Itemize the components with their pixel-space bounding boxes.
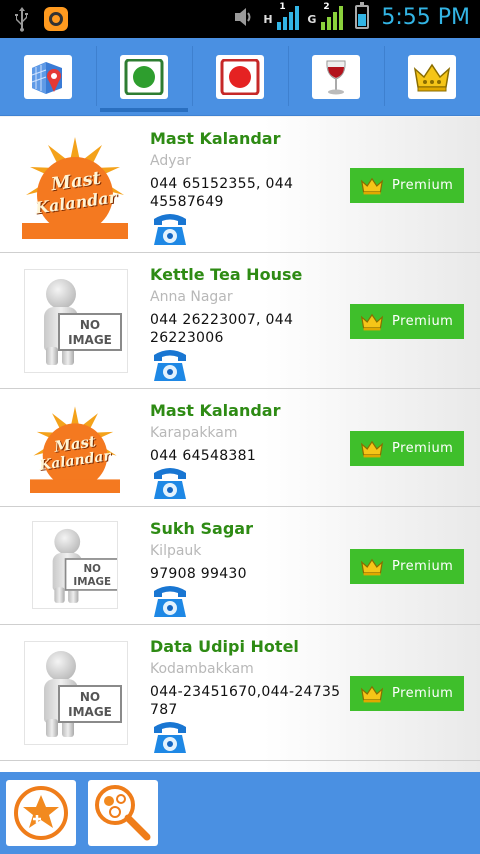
restaurant-area: Kilpauk [150, 543, 202, 559]
wine-glass-icon [326, 60, 346, 95]
phone-call-icon[interactable] [150, 213, 190, 249]
crown-icon [360, 558, 384, 575]
network-1-label: H [263, 13, 273, 26]
restaurant-list[interactable]: Mast Kalandar Mast Kalandar Adyar 044 65… [0, 117, 480, 772]
tab-veg[interactable] [96, 38, 192, 116]
tab-bar[interactable] [288, 38, 384, 116]
phone-call-icon[interactable] [150, 467, 190, 503]
no-image-placeholder: NO IMAGE [24, 269, 128, 373]
phone-call-icon[interactable] [150, 585, 190, 621]
premium-label: Premium [392, 178, 454, 193]
restaurant-phone: 97908 99430 [150, 566, 247, 582]
red-dot-icon [220, 59, 260, 95]
premium-badge[interactable]: Premium [350, 168, 464, 203]
phone-call-icon[interactable] [150, 349, 190, 385]
placeholder-line-2: IMAGE [68, 333, 112, 347]
no-image-placeholder: NO IMAGE [24, 641, 128, 745]
restaurant-logo: Mast Kalandar [30, 403, 120, 493]
restaurant-name[interactable]: Mast Kalandar [150, 401, 280, 420]
category-tab-bar [0, 38, 480, 116]
crown-icon [413, 63, 451, 92]
tab-premium[interactable] [384, 38, 480, 116]
placeholder-line-2: IMAGE [73, 575, 112, 588]
restaurant-area: Anna Nagar [150, 289, 233, 305]
placeholder-line-1: NO [83, 562, 101, 575]
crown-icon [360, 685, 384, 702]
tab-nonveg[interactable] [192, 38, 288, 116]
list-item[interactable]: NO IMAGE Kettle Tea House Anna Nagar 044 … [0, 253, 480, 389]
restaurant-area: Kodambakkam [150, 661, 254, 677]
green-dot-icon [124, 59, 164, 95]
bottom-action-bar [0, 772, 480, 854]
list-item[interactable]: NO IMAGE Sukh Sagar Kilpauk 97908 99430 P… [0, 507, 480, 625]
placeholder-line-1: NO [79, 318, 101, 332]
list-item[interactable]: Mast Kalandar Mast Kalandar Karapakkam 0… [0, 389, 480, 507]
crown-icon [360, 440, 384, 457]
placeholder-line-1: NO [79, 690, 101, 704]
restaurant-phone: 044 65152355, 044 45587649 [150, 176, 294, 210]
status-bar: H 1 G 2 5:55 PM [0, 0, 480, 38]
sim-2-label: 2 [323, 2, 330, 12]
premium-label: Premium [392, 314, 454, 329]
restaurant-phone: 044 26223007, 044 26223006 [150, 312, 294, 346]
battery-charging-icon [355, 2, 370, 29]
restaurant-area: Karapakkam [150, 425, 238, 441]
no-image-placeholder: NO IMAGE [32, 521, 118, 609]
crown-icon [360, 177, 384, 194]
premium-badge[interactable]: Premium [350, 549, 464, 584]
restaurant-name[interactable]: Kettle Tea House [150, 265, 302, 284]
star-add-icon [14, 786, 68, 840]
crown-icon [360, 313, 384, 330]
restaurant-phone: 044-23451670,044-24735787 [150, 684, 341, 718]
restaurant-name[interactable]: Mast Kalandar [150, 129, 280, 148]
list-item[interactable]: NO IMAGE Data Udipi Hotel Kodambakkam 044… [0, 625, 480, 761]
network-2-label: G [307, 13, 317, 26]
premium-badge[interactable]: Premium [350, 304, 464, 339]
magnifier-icon [95, 785, 151, 841]
tab-map[interactable] [0, 38, 96, 116]
restaurant-logo: Mast Kalandar [22, 133, 128, 239]
placeholder-line-2: IMAGE [68, 705, 112, 719]
list-item[interactable]: Mast Kalandar Mast Kalandar Adyar 044 65… [0, 117, 480, 253]
restaurant-phone: 044 64548381 [150, 448, 257, 464]
premium-label: Premium [392, 441, 454, 456]
map-pin-icon [31, 62, 62, 94]
premium-badge[interactable]: Premium [350, 676, 464, 711]
signal-icon: G 2 [307, 2, 344, 30]
usb-icon [15, 7, 28, 32]
sim-1-label: 1 [279, 2, 286, 12]
restaurant-name[interactable]: Data Udipi Hotel [150, 637, 299, 656]
clock: 5:55 PM [381, 4, 470, 30]
app-notification-icon [44, 7, 68, 31]
restaurant-area: Adyar [150, 153, 191, 169]
volume-icon [235, 8, 251, 26]
signal-icon: H 1 [263, 2, 300, 30]
phone-call-icon[interactable] [150, 721, 190, 757]
premium-label: Premium [392, 559, 454, 574]
add-favorite-button[interactable] [6, 780, 76, 846]
premium-badge[interactable]: Premium [350, 431, 464, 466]
premium-label: Premium [392, 686, 454, 701]
search-nearby-button[interactable] [88, 780, 158, 846]
restaurant-name[interactable]: Sukh Sagar [150, 519, 253, 538]
